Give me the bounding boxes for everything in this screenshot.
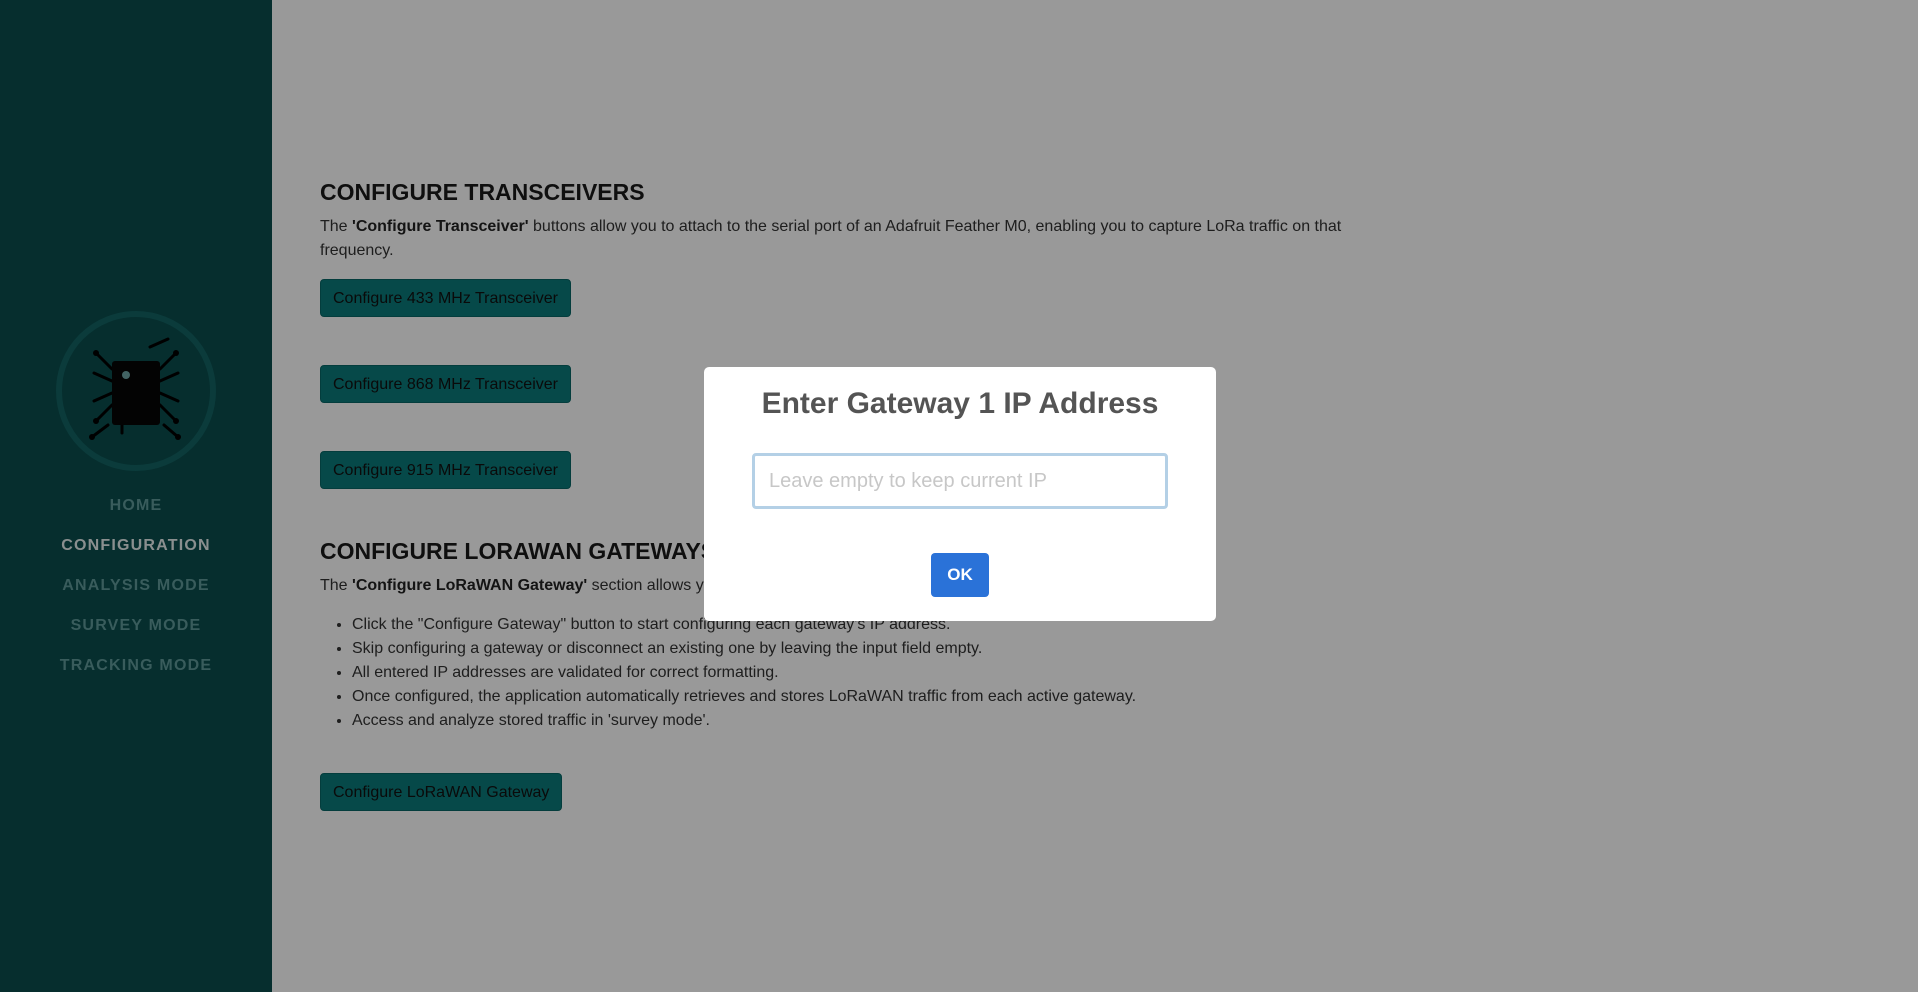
gateway-ip-input[interactable] — [752, 453, 1168, 509]
ok-button[interactable]: OK — [931, 553, 989, 597]
ip-address-dialog: Enter Gateway 1 IP Address OK — [704, 367, 1216, 621]
dialog-title: Enter Gateway 1 IP Address — [761, 387, 1159, 420]
